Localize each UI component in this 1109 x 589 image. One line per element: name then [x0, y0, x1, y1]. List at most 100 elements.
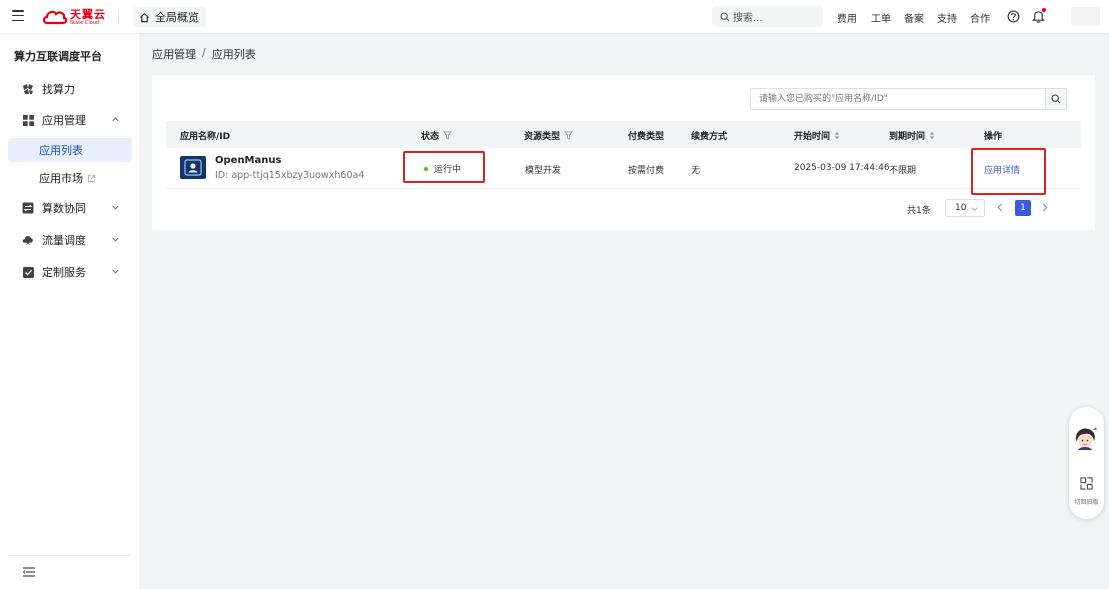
- sidebar-item-app-management[interactable]: 应用管理: [8, 108, 132, 132]
- start-time-cell: 2025-03-09 17:44:46: [794, 163, 890, 173]
- top-bar: 天翼云 State Cloud 全局概览 搜索... 费用 工单 备案 支持 合…: [0, 0, 1109, 33]
- sidebar-item-app-list[interactable]: 应用列表: [8, 138, 132, 162]
- chevron-down-icon: [112, 269, 119, 274]
- header-action: 操作: [984, 129, 1002, 142]
- cloud-icon: [22, 234, 34, 246]
- filter-icon[interactable]: [443, 131, 452, 140]
- chevron-down-icon: [112, 205, 119, 210]
- search-icon: [720, 11, 730, 22]
- filter-icon[interactable]: [564, 131, 573, 140]
- page-size-value: 10: [955, 203, 967, 213]
- chevron-down-icon: [971, 207, 978, 211]
- sort-icon: [834, 131, 840, 140]
- sidebar-item-label: 流量调度: [42, 234, 86, 247]
- app-id: ID: app-ttjq15xbzy3uowxh60a4: [215, 170, 365, 181]
- floating-assistant-widget: 切回旧版: [1069, 407, 1104, 519]
- platform-title: 算力互联调度平台: [14, 50, 102, 63]
- brand-cn: 天翼云: [70, 7, 106, 21]
- resource-type-cell: 模型开发: [525, 166, 562, 176]
- chevron-down-icon: [112, 237, 119, 242]
- collapse-sidebar-icon[interactable]: [23, 567, 35, 577]
- search-button[interactable]: [1045, 89, 1066, 109]
- grid-icon: [22, 114, 34, 126]
- sidebar-item-traffic-scheduling[interactable]: 流量调度: [8, 228, 132, 252]
- page-size-select[interactable]: 10: [945, 199, 985, 217]
- header-end-time[interactable]: 到期时间: [889, 129, 935, 142]
- header-renew-label: 续费方式: [691, 132, 728, 142]
- sidebar: 算力互联调度平台 找算力 应用管理 应用列表 应用市场 算数协同 流量调度 定制…: [0, 33, 139, 589]
- sync-icon: [22, 202, 34, 214]
- global-search[interactable]: 搜索...: [712, 6, 823, 27]
- header-status: 状态: [421, 129, 452, 142]
- status-highlight-box: [403, 151, 485, 183]
- app-logo-icon: [180, 156, 206, 179]
- switch-version-label[interactable]: 切回旧版: [1071, 497, 1102, 506]
- app-list-card: 应用名称/ID 状态 资源类型 付费类型 续费方式 开始时间 到期时间 操作: [152, 75, 1095, 230]
- header-name: 应用名称/ID: [180, 129, 230, 142]
- sidebar-item-app-market[interactable]: 应用市场: [8, 166, 132, 190]
- sort-icon: [929, 131, 935, 140]
- global-overview-label: 全局概览: [155, 11, 199, 24]
- nav-fees[interactable]: 费用: [837, 10, 857, 25]
- compute-icon: [22, 83, 34, 95]
- app-search-input[interactable]: [751, 89, 1045, 109]
- notification-dot: [1042, 8, 1046, 12]
- prev-page-icon[interactable]: [997, 203, 1003, 212]
- sidebar-item-find-compute[interactable]: 找算力: [8, 77, 132, 101]
- app-name[interactable]: OpenManus: [215, 155, 281, 166]
- user-avatar[interactable]: [1071, 7, 1100, 26]
- divider: [118, 9, 119, 25]
- header-resource-label: 资源类型: [524, 132, 561, 142]
- nav-cooperation[interactable]: 合作: [970, 10, 990, 25]
- header-name-label: 应用名称/ID: [180, 132, 231, 142]
- end-time-cell: 不限期: [889, 166, 917, 176]
- sidebar-item-label: 应用市场: [39, 172, 83, 185]
- pay-type-cell: 按需付费: [628, 166, 665, 176]
- logo[interactable]: 天翼云 State Cloud: [42, 7, 106, 27]
- app-search-box: [750, 88, 1067, 110]
- next-page-icon[interactable]: [1042, 203, 1048, 212]
- sidebar-item-label: 算数协同: [42, 202, 86, 215]
- sidebar-item-custom-service[interactable]: 定制服务: [8, 260, 132, 284]
- page-number-button[interactable]: 1: [1015, 200, 1031, 216]
- assistant-avatar-icon[interactable]: [1071, 424, 1101, 454]
- header-resource-type: 资源类型: [524, 129, 573, 142]
- nav-support[interactable]: 支持: [937, 10, 957, 25]
- brand-text: 天翼云 State Cloud: [70, 9, 106, 26]
- global-overview-button[interactable]: 全局概览: [133, 7, 206, 27]
- pagination-total: 共1条: [907, 206, 931, 216]
- help-icon[interactable]: [1007, 10, 1020, 23]
- global-search-placeholder: 搜索...: [733, 13, 763, 24]
- header-pay-label: 付费类型: [628, 132, 665, 142]
- cloud-logo-icon: [42, 10, 68, 25]
- checkbox-icon: [22, 266, 34, 278]
- sidebar-item-label: 定制服务: [42, 266, 86, 279]
- menu-icon[interactable]: [12, 10, 24, 22]
- breadcrumb: 应用管理 / 应用列表: [152, 46, 256, 62]
- sidebar-divider: [8, 555, 131, 556]
- header-start-time[interactable]: 开始时间: [794, 129, 840, 142]
- header-renew: 续费方式: [691, 129, 727, 142]
- breadcrumb-current: 应用列表: [211, 48, 256, 61]
- sidebar-item-compute-collab[interactable]: 算数协同: [8, 196, 132, 220]
- sidebar-item-label: 应用管理: [42, 114, 86, 127]
- header-start-label: 开始时间: [794, 132, 831, 142]
- brand-en: State Cloud: [70, 19, 100, 26]
- switch-version-icon[interactable]: [1080, 477, 1093, 490]
- nav-tickets[interactable]: 工单: [871, 10, 891, 25]
- sidebar-item-label: 找算力: [42, 83, 75, 96]
- header-action-label: 操作: [984, 132, 1003, 142]
- header-pay-type: 付费类型: [628, 129, 664, 142]
- nav-filing[interactable]: 备案: [904, 10, 924, 25]
- header-end-label: 到期时间: [889, 132, 926, 142]
- chevron-up-icon: [112, 117, 119, 122]
- breadcrumb-separator: /: [202, 46, 206, 59]
- table-header: 应用名称/ID 状态 资源类型 付费类型 续费方式 开始时间 到期时间 操作: [166, 121, 1081, 148]
- sidebar-item-label: 应用列表: [39, 144, 83, 157]
- action-highlight-box: [971, 148, 1046, 195]
- external-link-icon: [87, 174, 96, 182]
- breadcrumb-parent[interactable]: 应用管理: [152, 46, 196, 62]
- renew-cell: 无: [691, 166, 701, 176]
- home-icon: [139, 12, 150, 22]
- search-icon: [1051, 94, 1061, 104]
